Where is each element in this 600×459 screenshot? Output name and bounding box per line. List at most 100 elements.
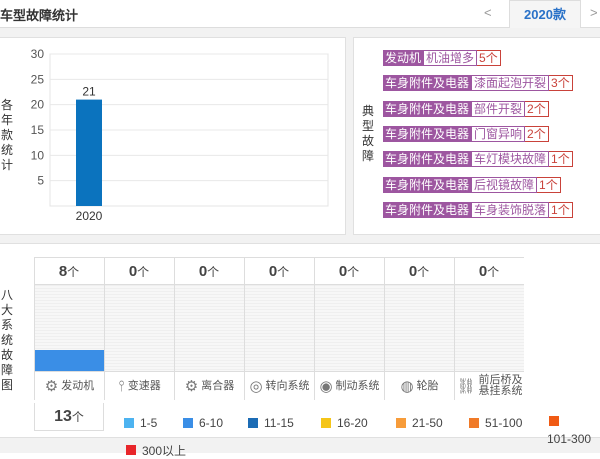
legend-item: 11-15 xyxy=(248,416,294,430)
fault-category: 车身附件及电器 xyxy=(383,125,472,142)
systems-label-char: 大 xyxy=(0,303,13,317)
legend-label: 21-50 xyxy=(412,416,443,430)
fault-detail: 漆面起泡开裂 xyxy=(471,75,550,92)
clutch-icon: ⚙ xyxy=(184,378,199,395)
suspension-icon: ⛓ xyxy=(456,378,476,395)
fault-category: 车身附件及电器 xyxy=(383,201,472,218)
typical-fault-item[interactable]: 车身附件及电器 门窗异响 2个 xyxy=(383,125,549,142)
y-tick-label: 20 xyxy=(31,98,45,112)
legend-item: 51-100 xyxy=(469,416,522,430)
fault-detail: 车身装饰脱落 xyxy=(471,201,550,218)
system-count-unit: 个 xyxy=(277,265,290,279)
typical-fault-item[interactable]: 车身附件及电器 漆面起泡开裂 3个 xyxy=(383,75,573,92)
fault-category: 车身附件及电器 xyxy=(383,151,472,168)
system-name: 变速器 xyxy=(127,379,161,392)
header-bar: 车型故障统计 < 2020款 > xyxy=(0,0,600,29)
legend-swatch xyxy=(248,418,258,428)
system-name: 离合器 xyxy=(201,379,235,392)
system-count-value: 0 xyxy=(338,263,348,280)
typical-fault-item[interactable]: 车身附件及电器 部件开裂 2个 xyxy=(383,100,549,117)
year-chart-label-char: 款 xyxy=(0,128,13,142)
fault-category: 车身附件及电器 xyxy=(383,176,472,193)
year-chart-side-label: 各 年 款 统 计 xyxy=(0,98,14,173)
fault-detail: 车灯模块故障 xyxy=(471,151,550,168)
gear-shift-icon: ⫯ xyxy=(118,377,125,395)
legend-swatch xyxy=(396,418,406,428)
year-chart-label-char: 年 xyxy=(0,113,13,127)
system-name: 发动机 xyxy=(61,379,95,392)
systems-label-char: 系 xyxy=(0,318,13,332)
system-count: 0个 xyxy=(314,258,384,285)
page-title: 车型故障统计 xyxy=(0,8,79,23)
y-tick-label: 25 xyxy=(31,72,45,86)
fault-count: 2个 xyxy=(525,125,549,142)
brake-icon: ◉ xyxy=(319,378,333,395)
y-tick-label: 30 xyxy=(31,47,45,61)
fault-detail: 门窗异响 xyxy=(471,125,526,142)
typical-fault-item[interactable]: 发动机 机油增多 5个 xyxy=(383,50,501,66)
system-count-unit: 个 xyxy=(417,265,430,279)
systems-label-char: 图 xyxy=(0,378,13,392)
legend-label: 51-100 xyxy=(485,416,523,430)
systems-label-char: 统 xyxy=(0,333,13,347)
grid-top-border xyxy=(34,257,524,258)
bar-value-label: 21 xyxy=(82,85,96,99)
faults-label-char: 型 xyxy=(361,119,374,133)
legend-label: 6-10 xyxy=(199,416,224,430)
year-chart-label-char: 计 xyxy=(0,158,13,172)
system-count: 0个 xyxy=(244,258,314,285)
fault-count: 5个 xyxy=(477,50,501,66)
system-name: 制动系统 xyxy=(335,379,380,392)
y-tick-label: 10 xyxy=(31,148,45,162)
year-chart-label-char: 各 xyxy=(0,98,13,112)
fault-count: 2个 xyxy=(525,100,549,117)
legend-label: 11-15 xyxy=(264,416,294,430)
system-count-unit: 个 xyxy=(347,265,360,279)
typical-fault-item[interactable]: 车身附件及电器 车身装饰脱落 1个 xyxy=(383,201,573,218)
x-tick-label: 2020 xyxy=(76,209,103,223)
system-count-unit: 个 xyxy=(67,265,80,279)
system-count-unit: 个 xyxy=(207,265,220,279)
legend-label: 1-5 xyxy=(140,416,158,430)
system-count-value: 8 xyxy=(58,263,68,280)
selected-total-value: 13 xyxy=(54,408,72,425)
fault-count: 3个 xyxy=(549,75,573,92)
legend-item: 21-50 xyxy=(396,416,443,430)
system-name: 轮胎 xyxy=(416,379,439,392)
y-tick-label: 5 xyxy=(37,174,44,188)
fault-count: 1个 xyxy=(549,201,573,218)
systems-label-char: 障 xyxy=(0,363,13,377)
legend-item: 300以上 xyxy=(126,443,187,458)
next-year-arrow[interactable]: > xyxy=(590,5,598,20)
systems-label-char: 八 xyxy=(0,288,13,302)
faults-label-char: 典 xyxy=(361,104,374,118)
fault-detail: 后视镜故障 xyxy=(471,176,538,193)
steering-wheel-icon: ◎ xyxy=(249,378,263,395)
selected-total-unit: 个 xyxy=(71,410,84,424)
system-count-unit: 个 xyxy=(137,265,150,279)
legend-item: 16-20 xyxy=(321,416,368,430)
legend-item: 1-5 xyxy=(124,416,157,430)
system-count: 8个 xyxy=(34,258,104,285)
selected-total-box: 13个 xyxy=(34,403,104,431)
year-tab-2020[interactable]: 2020款 xyxy=(509,0,581,29)
system-count: 0个 xyxy=(454,258,524,285)
legend-label: 16-20 xyxy=(337,416,368,430)
legend-swatch xyxy=(549,416,559,426)
system-count-value: 0 xyxy=(268,263,278,280)
typical-fault-item[interactable]: 车身附件及电器 车灯模块故障 1个 xyxy=(383,151,573,168)
legend-swatch xyxy=(321,418,331,428)
fault-category: 车身附件及电器 xyxy=(383,75,472,92)
typical-fault-item[interactable]: 车身附件及电器 后视镜故障 1个 xyxy=(383,176,561,193)
legend-label: 300以上 xyxy=(142,443,187,458)
legend-label: 101-300 xyxy=(547,432,592,446)
system-count-unit: 个 xyxy=(487,265,500,279)
system-name: 转向系统 xyxy=(265,379,310,392)
faults-label-char: 障 xyxy=(361,149,374,163)
system-name: 前后桥及悬挂系统 xyxy=(478,374,523,397)
bar xyxy=(76,99,102,206)
system-count: 0个 xyxy=(174,258,244,285)
system-count: 0个 xyxy=(104,258,174,285)
fault-count: 1个 xyxy=(549,151,573,168)
prev-year-arrow[interactable]: < xyxy=(484,5,492,20)
